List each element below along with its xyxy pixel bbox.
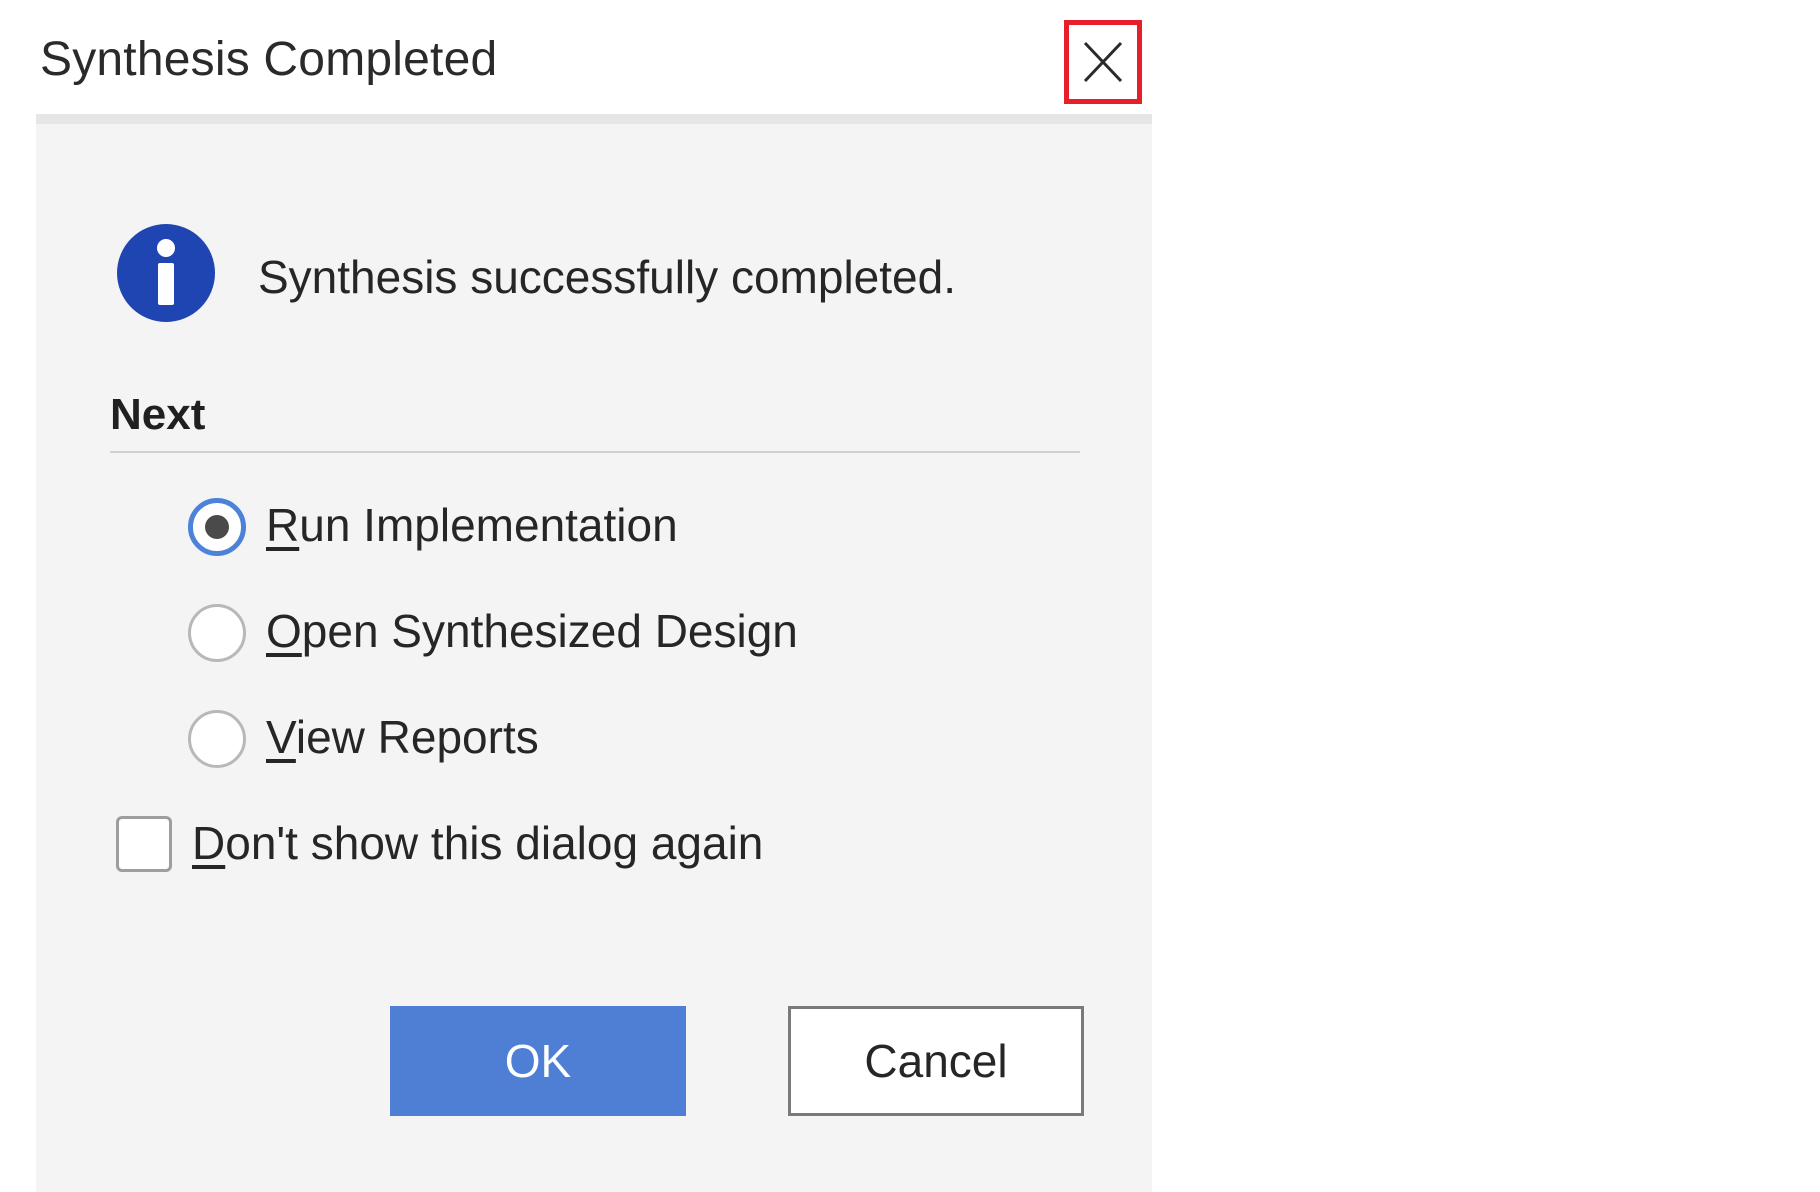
next-section-title: Next xyxy=(110,390,206,439)
dialog-titlebar: Synthesis Completed xyxy=(36,0,1152,114)
dont-show-again-checkbox[interactable] xyxy=(116,816,172,872)
radio-label-view-reports: View Reports xyxy=(266,711,539,763)
title-separator xyxy=(36,114,1152,124)
radio-button[interactable] xyxy=(188,604,246,662)
radio-run-implementation[interactable]: Run Implementation xyxy=(188,494,688,558)
close-button[interactable] xyxy=(1064,20,1142,104)
section-divider xyxy=(110,451,1080,453)
radio-view-reports[interactable]: View Reports xyxy=(188,706,548,770)
radio-button-selected[interactable] xyxy=(188,498,246,556)
dont-show-again-checkbox-row[interactable]: Don't show this dialog again xyxy=(116,812,763,876)
radio-label-open-synthesized-design: Open Synthesized Design xyxy=(266,605,798,657)
status-message: Synthesis successfully completed. xyxy=(258,251,956,303)
ok-button[interactable]: OK xyxy=(390,1006,686,1116)
close-icon xyxy=(1083,41,1123,83)
synthesis-completed-dialog: Synthesis Completed Synthesis successful… xyxy=(36,0,1152,1192)
radio-open-synthesized-design[interactable]: Open Synthesized Design xyxy=(188,600,798,664)
radio-label-run-implementation: Run Implementation xyxy=(266,499,678,551)
dialog-title: Synthesis Completed xyxy=(40,33,498,86)
dont-show-again-label: Don't show this dialog again xyxy=(192,817,764,869)
dialog-body: Synthesis successfully completed. Next R… xyxy=(36,124,1152,1192)
radio-button[interactable] xyxy=(188,710,246,768)
info-icon xyxy=(117,224,215,322)
cancel-button[interactable]: Cancel xyxy=(788,1006,1084,1116)
